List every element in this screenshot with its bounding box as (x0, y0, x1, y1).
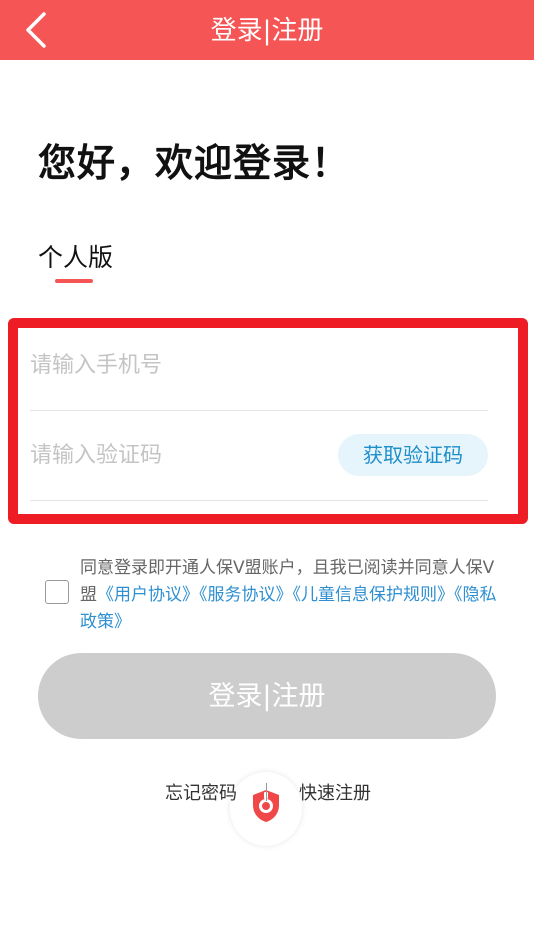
welcome-heading: 您好，欢迎登录！ (38, 141, 351, 185)
login-register-button[interactable]: 登录|注册 (38, 653, 496, 739)
get-code-button[interactable]: 获取验证码 (338, 434, 488, 476)
phone-field (30, 321, 488, 411)
phone-input[interactable] (30, 343, 330, 387)
top-nav-bar: 登录|注册 (0, 0, 534, 60)
divider (266, 783, 267, 801)
agreement-checkbox[interactable] (45, 580, 69, 604)
user-agreement-link[interactable]: 《用户协议》 (97, 585, 199, 605)
active-tab-indicator (55, 279, 93, 283)
service-agreement-link[interactable]: 《服务协议》 (199, 585, 293, 605)
agreement-text: 同意登录即开通人保V盟账户，且我已阅读并同意人保V盟《用户协议》《服务协议》《儿… (80, 555, 500, 636)
quick-register-link[interactable]: 快速注册 (299, 779, 371, 805)
child-privacy-rules-link[interactable]: 《儿童信息保护规则》 (293, 585, 455, 605)
verification-code-field: 获取验证码 (30, 411, 488, 501)
verification-code-input[interactable] (30, 433, 330, 477)
tab-personal[interactable]: 个人版 (38, 238, 113, 274)
page-title: 登录|注册 (210, 16, 324, 46)
forgot-password-link[interactable]: 忘记密码 (165, 779, 237, 805)
